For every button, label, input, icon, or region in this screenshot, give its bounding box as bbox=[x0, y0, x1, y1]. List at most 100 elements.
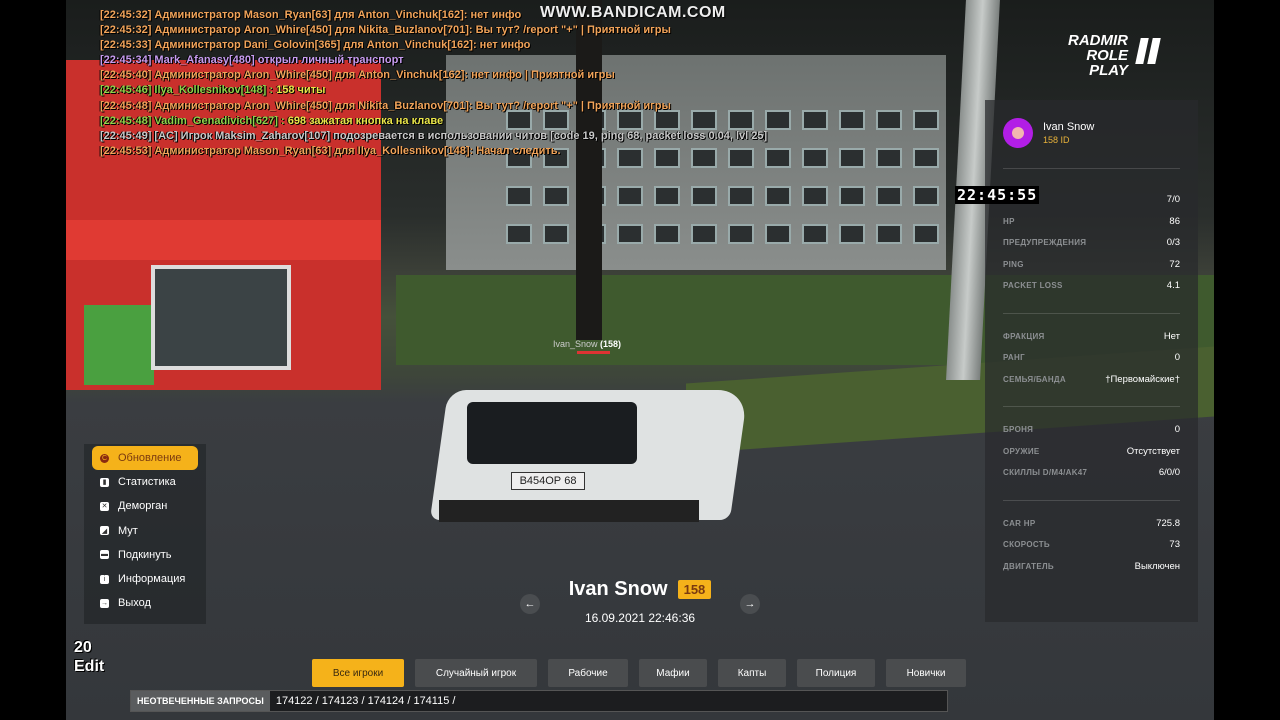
spectate-id-badge: 158 bbox=[677, 580, 712, 599]
building-window bbox=[506, 186, 532, 206]
avatar bbox=[1003, 118, 1033, 148]
building-window bbox=[617, 186, 643, 206]
building-window bbox=[913, 110, 939, 130]
menu-item-label: Информация bbox=[118, 573, 186, 585]
building-window bbox=[802, 186, 828, 206]
building-window bbox=[691, 186, 717, 206]
building-window bbox=[506, 224, 532, 244]
building-window bbox=[802, 110, 828, 130]
building-window bbox=[913, 186, 939, 206]
menu-item-x[interactable]: ✕ Деморган bbox=[92, 494, 198, 518]
building-window bbox=[728, 186, 754, 206]
stat-group: БРОНЯ 0 ОРУЖИЕ Отсутствует СКИЛЛЫ D/M4/AK47 6… bbox=[1003, 409, 1180, 498]
stat-value: 86 bbox=[1169, 215, 1180, 227]
stat-group: ФРАКЦИЯ Нет РАНГ 0 СЕМЬЯ/БАНДА †Первомайские† bbox=[1003, 316, 1180, 405]
next-player-button[interactable]: → bbox=[740, 594, 760, 614]
chat-log: [22:45:32] Администратор Mason_Ryan[63] … bbox=[100, 8, 767, 159]
shop-door bbox=[151, 265, 291, 370]
menu-item-label: Деморган bbox=[118, 500, 168, 513]
menu-item-refresh[interactable]: C Обновление bbox=[92, 446, 198, 470]
stat-label: СКИЛЛЫ D/M4/AK47 bbox=[1003, 468, 1088, 478]
building-window bbox=[876, 110, 902, 130]
tab-0[interactable]: Все игроки bbox=[312, 659, 404, 687]
player-health-bar bbox=[577, 351, 610, 354]
stat-label: ОРУЖИЕ bbox=[1003, 446, 1040, 456]
radmir-logo: RADMIR ROLE PLAY bbox=[1068, 32, 1128, 79]
stat-value: Нет bbox=[1163, 330, 1180, 342]
chat-line: [22:45:46] Ilya_Kollesnikov[148] : 158 ч… bbox=[100, 84, 326, 97]
building-window bbox=[543, 224, 569, 244]
player-car: В454ОР 68 bbox=[429, 350, 749, 540]
tab-5[interactable]: Полиция bbox=[797, 659, 875, 687]
menu-item-label: Мут bbox=[118, 524, 138, 537]
stat-row: БРОНЯ 0 bbox=[1003, 419, 1180, 441]
menu-item-stats[interactable]: ▮ Статистика bbox=[92, 470, 198, 494]
bandicam-watermark: WWW.BANDICAM.COM bbox=[540, 4, 726, 21]
atm bbox=[84, 305, 154, 385]
stat-label: PING bbox=[1003, 259, 1024, 269]
stat-row: ПРЕДУПРЕЖДЕНИЯ 0/3 bbox=[1003, 232, 1180, 254]
menu-item-mute[interactable]: ◢ Мут bbox=[92, 519, 198, 543]
spectate-info: ← → Ivan Snow 158 16.09.2021 22:46:36 bbox=[520, 578, 760, 625]
tab-1[interactable]: Случайный игрок bbox=[415, 659, 537, 687]
building-window bbox=[802, 224, 828, 244]
spectate-datetime: 16.09.2021 22:46:36 bbox=[584, 611, 696, 625]
stat-row: ДВИГАТЕЛЬ Выключен bbox=[1003, 556, 1180, 578]
requests-label: НЕОТВЕЧЕННЫЕ ЗАПРОСЫ bbox=[131, 691, 270, 711]
chat-line: [22:45:33] Администратор Dani_Golovin[36… bbox=[100, 39, 531, 52]
menu-item-label: Обновление bbox=[118, 452, 182, 464]
game-clock: 22:45:55 bbox=[955, 186, 1040, 204]
stat-row: PING 72 bbox=[1003, 254, 1180, 276]
stat-group: CAR HP 725.8 СКОРОСТЬ 73 ДВИГАТЕЛЬ Выключен bbox=[1003, 503, 1180, 592]
building-window bbox=[839, 148, 865, 168]
stat-label: ПРЕДУПРЕЖДЕНИЯ bbox=[1003, 238, 1087, 248]
prev-player-button[interactable]: ← bbox=[520, 594, 540, 614]
building-window bbox=[802, 148, 828, 168]
requests-list[interactable]: 174122 / 174123 / 174124 / 174115 / bbox=[270, 695, 456, 707]
menu-item-exit[interactable]: → Выход bbox=[92, 591, 198, 615]
chat-line: [22:45:53] Администратор Mason_Ryan[63] … bbox=[100, 144, 561, 157]
stat-row: СКИЛЛЫ D/M4/AK47 6/0/0 bbox=[1003, 462, 1180, 484]
building-window bbox=[839, 110, 865, 130]
divider bbox=[1003, 168, 1180, 169]
stat-label: CAR HP bbox=[1003, 518, 1036, 528]
menu-item-label: Статистика bbox=[118, 476, 176, 489]
chat-line: [22:45:48] Администратор Aron_Whire[450]… bbox=[100, 99, 671, 112]
refresh-icon: C bbox=[100, 453, 109, 463]
player-nametag: Ivan_Snow (158) bbox=[553, 339, 622, 349]
player-filter-tabs: Все игроки Случайный игрок Рабочие Мафии Кап… bbox=[312, 659, 966, 687]
license-plate: В454ОР 68 bbox=[511, 472, 585, 490]
tab-2[interactable]: Рабочие bbox=[548, 659, 628, 687]
building-window bbox=[913, 148, 939, 168]
menu-item-info[interactable]: i Информация bbox=[92, 567, 198, 591]
stat-value: 0/3 bbox=[1166, 237, 1180, 249]
stat-label: БРОНЯ bbox=[1003, 425, 1034, 435]
info-icon: i bbox=[100, 574, 109, 584]
tab-6[interactable]: Новички bbox=[886, 659, 966, 687]
stat-row: РАНГ 0 bbox=[1003, 347, 1180, 369]
x-icon: ✕ bbox=[100, 501, 109, 511]
divider bbox=[1003, 312, 1180, 314]
building-window bbox=[617, 224, 643, 244]
tab-4[interactable]: Капты bbox=[718, 659, 786, 687]
stats-icon: ▮ bbox=[100, 477, 109, 487]
tab-3[interactable]: Мафии bbox=[639, 659, 707, 687]
stat-row: HP 86 bbox=[1003, 211, 1180, 233]
menu-item-throw[interactable]: ▬ Подкинуть bbox=[92, 543, 198, 567]
stat-row: СКОРОСТЬ 73 bbox=[1003, 534, 1180, 556]
stat-value: 0 bbox=[1174, 424, 1180, 436]
admin-menu: C Обновление ▮ Статистика ✕ Деморган ◢ Мут ▬ Подк… bbox=[84, 444, 206, 624]
stat-value: 72 bbox=[1169, 258, 1180, 270]
chat-line: [22:45:32] Администратор Aron_Whire[450]… bbox=[100, 24, 671, 37]
building-window bbox=[765, 110, 791, 130]
menu-item-label: Выход bbox=[118, 597, 151, 610]
stat-row: СЕМЬЯ/БАНДА †Первомайские† bbox=[1003, 369, 1180, 391]
stat-value: Отсутствует bbox=[1126, 445, 1180, 457]
stat-value: 725.8 bbox=[1156, 517, 1180, 529]
fps-counter: 20 Edit bbox=[74, 639, 105, 675]
building-window bbox=[876, 186, 902, 206]
throw-icon: ▬ bbox=[100, 550, 109, 560]
building-window bbox=[765, 224, 791, 244]
stat-value: †Первомайские† bbox=[1105, 373, 1180, 385]
player-info-panel: Ivan Snow 158 ID 7/0 HP 86 ПРЕДУПРЕЖДЕНИЯ 0/3… bbox=[985, 100, 1198, 622]
